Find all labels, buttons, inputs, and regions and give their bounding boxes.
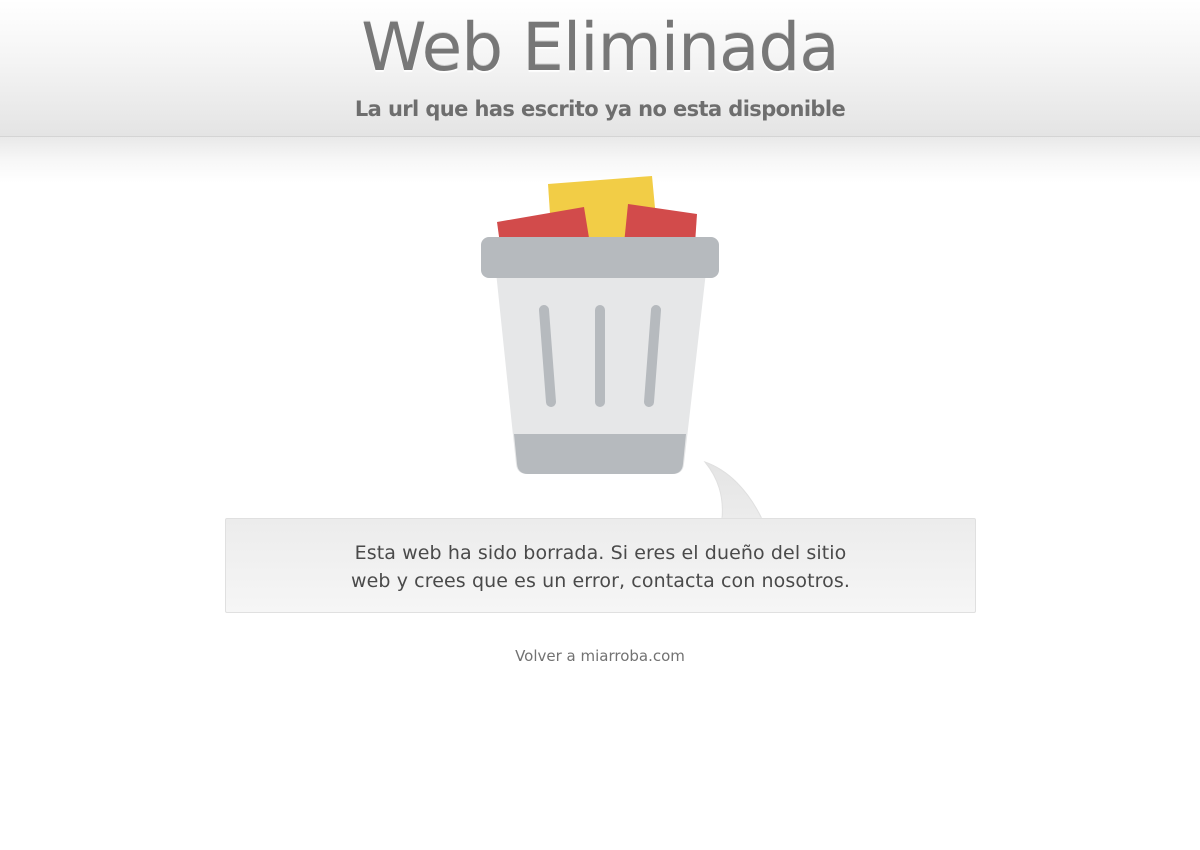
bin-slot-left [539, 305, 556, 407]
back-to-home-link[interactable]: Volver a miarroba.com [0, 645, 1200, 667]
trash-bin-icon [481, 176, 719, 474]
bin-lid [481, 237, 719, 278]
bin-slot-right [644, 305, 661, 407]
message-line-1: Esta web ha sido borrada. Si eres el due… [354, 542, 847, 564]
bin-bottom-band [514, 434, 686, 474]
message-bubble: Esta web ha sido borrada. Si eres el due… [225, 518, 976, 613]
message-line-2: web y crees que es un error, contacta co… [350, 570, 851, 592]
page-title: Web Eliminada [361, 9, 840, 86]
speech-bubble-tail [703, 460, 763, 521]
message-text: Esta web ha sido borrada. Si eres el due… [226, 539, 975, 595]
page-subtitle: La url que has escrito ya no esta dispon… [354, 97, 846, 121]
